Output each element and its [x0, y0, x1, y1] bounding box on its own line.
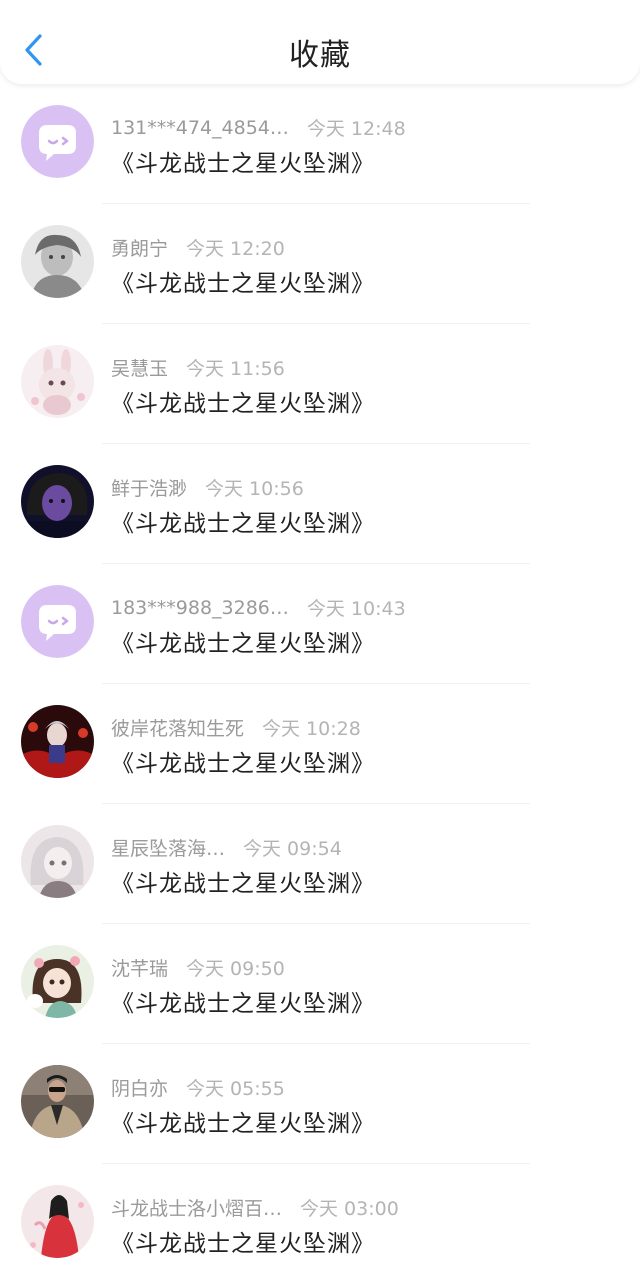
- timestamp: 今天 10:43: [306, 598, 406, 620]
- username[interactable]: 鲜于浩渺: [111, 474, 187, 501]
- avatar-photo: [21, 465, 94, 538]
- timestamp: 今天 09:50: [186, 958, 285, 980]
- favorite-title[interactable]: 《斗龙战士之星火坠渊》: [111, 744, 375, 778]
- username[interactable]: 183***988_3286…: [111, 597, 289, 619]
- item-meta: 勇朗宁 今天 12:20: [111, 234, 285, 261]
- favorite-title[interactable]: 《斗龙战士之星火坠渊》: [111, 504, 375, 538]
- timestamp: 今天 12:20: [186, 238, 285, 260]
- username[interactable]: 沈芊瑞: [111, 954, 168, 981]
- list-item[interactable]: 鲜于浩渺 今天 10:56 《斗龙战士之星火坠渊》: [0, 444, 640, 564]
- list-item[interactable]: 131***474_4854… 今天 12:48 《斗龙战士之星火坠渊》: [0, 84, 640, 204]
- top-nav-bar: 收藏: [0, 0, 640, 84]
- username[interactable]: 斗龙战士洛小熠百…: [111, 1194, 282, 1221]
- favorite-title[interactable]: 《斗龙战士之星火坠渊》: [111, 264, 375, 298]
- page-title: 收藏: [289, 38, 351, 73]
- item-meta: 彼岸花落知生死 今天 10:28: [111, 714, 361, 741]
- list-item[interactable]: 183***988_3286… 今天 10:43 《斗龙战士之星火坠渊》: [0, 564, 640, 684]
- item-meta: 沈芊瑞 今天 09:50: [111, 954, 285, 981]
- favorites-list: 131***474_4854… 今天 12:48 《斗龙战士之星火坠渊》 勇朗宁: [0, 84, 640, 1264]
- timestamp: 今天 12:48: [306, 118, 406, 140]
- timestamp: 今天 05:55: [186, 1078, 285, 1100]
- avatar[interactable]: [21, 825, 94, 898]
- favorite-title[interactable]: 《斗龙战士之星火坠渊》: [111, 1104, 375, 1138]
- username[interactable]: 吴慧玉: [111, 354, 168, 381]
- item-meta: 星辰坠落海… 今天 09:54: [111, 834, 342, 861]
- list-item[interactable]: 星辰坠落海… 今天 09:54 《斗龙战士之星火坠渊》: [0, 804, 640, 924]
- favorite-title[interactable]: 《斗龙战士之星火坠渊》: [111, 384, 375, 418]
- avatar[interactable]: [21, 225, 94, 298]
- favorites-page: 收藏 131***474_4854… 今天 12:48 《斗龙战士之星火坠渊》: [0, 0, 640, 1264]
- favorite-title[interactable]: 《斗龙战士之星火坠渊》: [111, 144, 375, 178]
- username[interactable]: 勇朗宁: [111, 234, 168, 261]
- username[interactable]: 阴白亦: [111, 1074, 168, 1101]
- favorite-title[interactable]: 《斗龙战士之星火坠渊》: [111, 984, 375, 1018]
- avatar-photo: [21, 825, 94, 898]
- item-meta: 吴慧玉 今天 11:56: [111, 354, 285, 381]
- timestamp: 今天 10:56: [205, 478, 304, 500]
- item-meta: 183***988_3286… 今天 10:43: [111, 594, 406, 621]
- item-meta: 斗龙战士洛小熠百… 今天 03:00: [111, 1194, 399, 1221]
- timestamp: 今天 09:54: [243, 838, 342, 860]
- avatar-photo: [21, 1065, 94, 1138]
- item-meta: 鲜于浩渺 今天 10:56: [111, 474, 304, 501]
- avatar[interactable]: [21, 705, 94, 778]
- list-item[interactable]: 勇朗宁 今天 12:20 《斗龙战士之星火坠渊》: [0, 204, 640, 324]
- avatar[interactable]: [21, 585, 94, 658]
- avatar[interactable]: [21, 945, 94, 1018]
- list-item[interactable]: 斗龙战士洛小熠百… 今天 03:00 《斗龙战士之星火坠渊》: [0, 1164, 640, 1264]
- timestamp: 今天 10:28: [262, 718, 361, 740]
- list-item[interactable]: 彼岸花落知生死 今天 10:28 《斗龙战士之星火坠渊》: [0, 684, 640, 804]
- avatar-photo: [21, 345, 94, 418]
- list-item[interactable]: 沈芊瑞 今天 09:50 《斗龙战士之星火坠渊》: [0, 924, 640, 1044]
- avatar-photo: [21, 945, 94, 1018]
- avatar[interactable]: [21, 1185, 94, 1258]
- timestamp: 今天 03:00: [300, 1198, 399, 1220]
- username[interactable]: 彼岸花落知生死: [111, 714, 244, 741]
- favorite-title[interactable]: 《斗龙战士之星火坠渊》: [111, 864, 375, 898]
- avatar[interactable]: [21, 105, 94, 178]
- chat-bubble-icon: [21, 585, 94, 658]
- list-item[interactable]: 阴白亦 今天 05:55 《斗龙战士之星火坠渊》: [0, 1044, 640, 1164]
- username[interactable]: 131***474_4854…: [111, 117, 289, 139]
- timestamp: 今天 11:56: [186, 358, 285, 380]
- username[interactable]: 星辰坠落海…: [111, 834, 225, 861]
- avatar[interactable]: [21, 1065, 94, 1138]
- avatar[interactable]: [21, 465, 94, 538]
- item-meta: 阴白亦 今天 05:55: [111, 1074, 285, 1101]
- favorite-title[interactable]: 《斗龙战士之星火坠渊》: [111, 1224, 375, 1258]
- favorite-title[interactable]: 《斗龙战士之星火坠渊》: [111, 624, 375, 658]
- avatar-photo: [21, 1185, 94, 1258]
- item-meta: 131***474_4854… 今天 12:48: [111, 114, 406, 141]
- avatar[interactable]: [21, 345, 94, 418]
- chat-bubble-icon: [21, 105, 94, 178]
- avatar-photo: [21, 225, 94, 298]
- avatar-photo: [21, 705, 94, 778]
- list-item[interactable]: 吴慧玉 今天 11:56 《斗龙战士之星火坠渊》: [0, 324, 640, 444]
